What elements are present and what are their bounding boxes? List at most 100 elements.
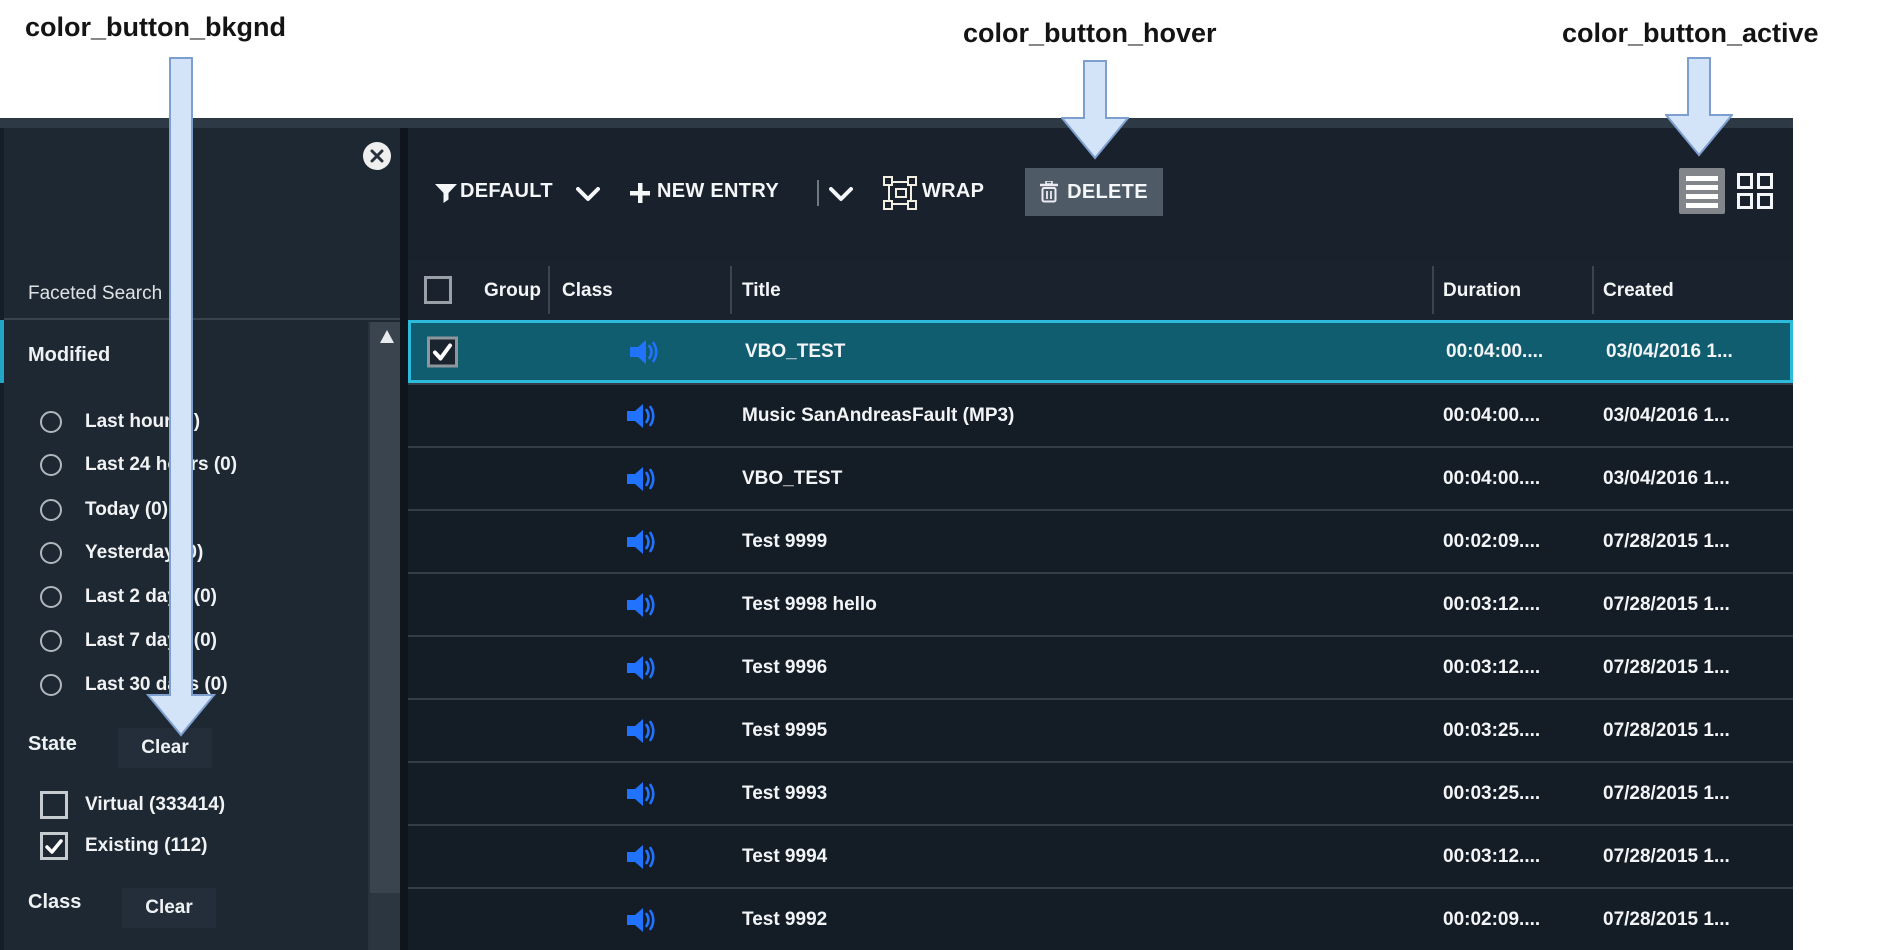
radio-icon[interactable]	[40, 674, 62, 696]
row-title: Music SanAndreasFault (MP3)	[742, 405, 1014, 427]
arrow-to-clear-button-icon	[145, 57, 217, 737]
close-facets-button[interactable]	[363, 142, 391, 170]
row-title: VBO_TEST	[745, 341, 845, 363]
new-entry-button[interactable]: NEW ENTRY	[657, 180, 779, 203]
row-created: 03/04/2016 1...	[1606, 341, 1733, 363]
close-icon	[367, 146, 387, 166]
radio-icon[interactable]	[40, 542, 62, 564]
class-clear-button[interactable]: Clear	[122, 888, 216, 928]
table-row[interactable]: Test 9998 hello 00:03:12.... 07/28/2015 …	[408, 572, 1793, 635]
row-title: Test 9999	[742, 531, 827, 553]
audio-speaker-icon	[627, 403, 657, 429]
wrap-icon[interactable]	[883, 176, 917, 210]
row-duration: 00:03:12....	[1443, 594, 1540, 616]
audio-speaker-icon	[630, 339, 660, 365]
column-divider[interactable]	[548, 266, 550, 314]
row-duration: 00:02:09....	[1443, 531, 1540, 553]
audio-speaker-icon	[627, 529, 657, 555]
audio-speaker-icon	[627, 718, 657, 744]
annotation-color-button-hover: color_button_hover	[963, 18, 1217, 49]
grid-view-button[interactable]	[1737, 173, 1773, 209]
audio-speaker-icon	[627, 781, 657, 807]
plus-icon[interactable]	[630, 183, 650, 203]
radio-icon[interactable]	[40, 454, 62, 476]
column-header-created[interactable]: Created	[1603, 280, 1674, 302]
table-row[interactable]: Test 9993 00:03:25.... 07/28/2015 1...	[408, 761, 1793, 824]
table-row[interactable]: Test 9995 00:03:25.... 07/28/2015 1...	[408, 698, 1793, 761]
column-divider[interactable]	[730, 266, 732, 314]
row-created: 07/28/2015 1...	[1603, 720, 1730, 742]
list-view-button[interactable]	[1679, 168, 1725, 214]
chevron-down-icon[interactable]	[576, 187, 600, 202]
row-duration: 00:02:09....	[1443, 909, 1540, 931]
column-divider[interactable]	[1592, 266, 1594, 314]
faceted-search-title: Faceted Search	[28, 283, 162, 305]
filter-icon[interactable]	[435, 184, 457, 204]
table-row[interactable]: Test 9999 00:02:09.... 07/28/2015 1...	[408, 509, 1793, 572]
radio-icon[interactable]	[40, 411, 62, 433]
trash-icon	[1040, 181, 1058, 203]
table-row[interactable]: VBO_TEST 00:04:00.... 03/04/2016 1...	[408, 320, 1793, 383]
checkbox-checked-icon[interactable]	[40, 832, 68, 860]
radio-icon[interactable]	[40, 499, 62, 521]
table-header: Group Class Title Duration Created	[408, 262, 1793, 320]
table-row[interactable]: Music SanAndreasFault (MP3) 00:04:00....…	[408, 383, 1793, 446]
row-title: Test 9995	[742, 720, 827, 742]
list-view-icon	[1679, 168, 1725, 214]
wrap-button[interactable]: WRAP	[922, 180, 984, 203]
radio-icon[interactable]	[40, 586, 62, 608]
row-title: Test 9996	[742, 657, 827, 679]
table-row[interactable]: VBO_TEST 00:04:00.... 03/04/2016 1...	[408, 446, 1793, 509]
row-created: 07/28/2015 1...	[1603, 594, 1730, 616]
row-created: 07/28/2015 1...	[1603, 783, 1730, 805]
column-header-title[interactable]: Title	[742, 280, 781, 302]
filter-default-button[interactable]: DEFAULT	[460, 180, 553, 203]
audio-speaker-icon	[627, 592, 657, 618]
row-created: 07/28/2015 1...	[1603, 531, 1730, 553]
facet-option-virtual[interactable]: Virtual (333414)	[4, 791, 344, 819]
chevron-down-icon[interactable]	[829, 187, 853, 202]
arrow-to-list-view-button-icon	[1665, 57, 1733, 157]
row-title: Test 9993	[742, 783, 827, 805]
row-checkbox-checked[interactable]	[427, 336, 458, 367]
row-duration: 00:04:00....	[1443, 405, 1540, 427]
table-row[interactable]: Test 9992 00:02:09.... 07/28/2015 1...	[408, 887, 1793, 950]
audio-speaker-icon	[627, 655, 657, 681]
facet-section-modified: Modified	[28, 344, 110, 367]
audio-speaker-icon	[627, 907, 657, 933]
delete-button[interactable]: DELETE	[1025, 168, 1163, 216]
toolbar-separator	[817, 180, 819, 206]
table-row[interactable]: Test 9994 00:03:12.... 07/28/2015 1...	[408, 824, 1793, 887]
audio-speaker-icon	[627, 844, 657, 870]
row-title: VBO_TEST	[742, 468, 842, 490]
row-created: 03/04/2016 1...	[1603, 405, 1730, 427]
column-header-group[interactable]: Group	[484, 280, 541, 302]
column-header-duration[interactable]: Duration	[1443, 280, 1521, 302]
row-created: 03/04/2016 1...	[1603, 468, 1730, 490]
row-duration: 00:03:12....	[1443, 657, 1540, 679]
scrollbar-track[interactable]	[370, 893, 400, 950]
column-header-class[interactable]: Class	[562, 280, 613, 302]
row-created: 07/28/2015 1...	[1603, 909, 1730, 931]
row-duration: 00:03:25....	[1443, 783, 1540, 805]
checkbox-unchecked-icon[interactable]	[40, 791, 68, 819]
facets-scrollbar[interactable]	[368, 322, 400, 950]
row-title: Test 9998 hello	[742, 594, 877, 616]
facet-section-state: State	[28, 733, 77, 756]
table-row[interactable]: Test 9996 00:03:12.... 07/28/2015 1...	[408, 635, 1793, 698]
row-duration: 00:04:00....	[1446, 341, 1543, 363]
row-created: 07/28/2015 1...	[1603, 657, 1730, 679]
row-created: 07/28/2015 1...	[1603, 846, 1730, 868]
scroll-up-icon[interactable]	[380, 330, 394, 343]
column-divider[interactable]	[1432, 266, 1434, 314]
window-top-strip	[0, 118, 1793, 128]
entry-list-panel: DEFAULT NEW ENTRY WRAP	[408, 118, 1793, 950]
annotation-color-button-active: color_button_active	[1562, 18, 1819, 49]
row-title: Test 9994	[742, 846, 827, 868]
audio-speaker-icon	[627, 466, 657, 492]
select-all-checkbox[interactable]	[424, 276, 452, 304]
radio-icon[interactable]	[40, 630, 62, 652]
row-duration: 00:03:25....	[1443, 720, 1540, 742]
facet-option-existing[interactable]: Existing (112)	[4, 832, 344, 860]
annotation-color-button-bkgnd: color_button_bkgnd	[25, 12, 286, 43]
